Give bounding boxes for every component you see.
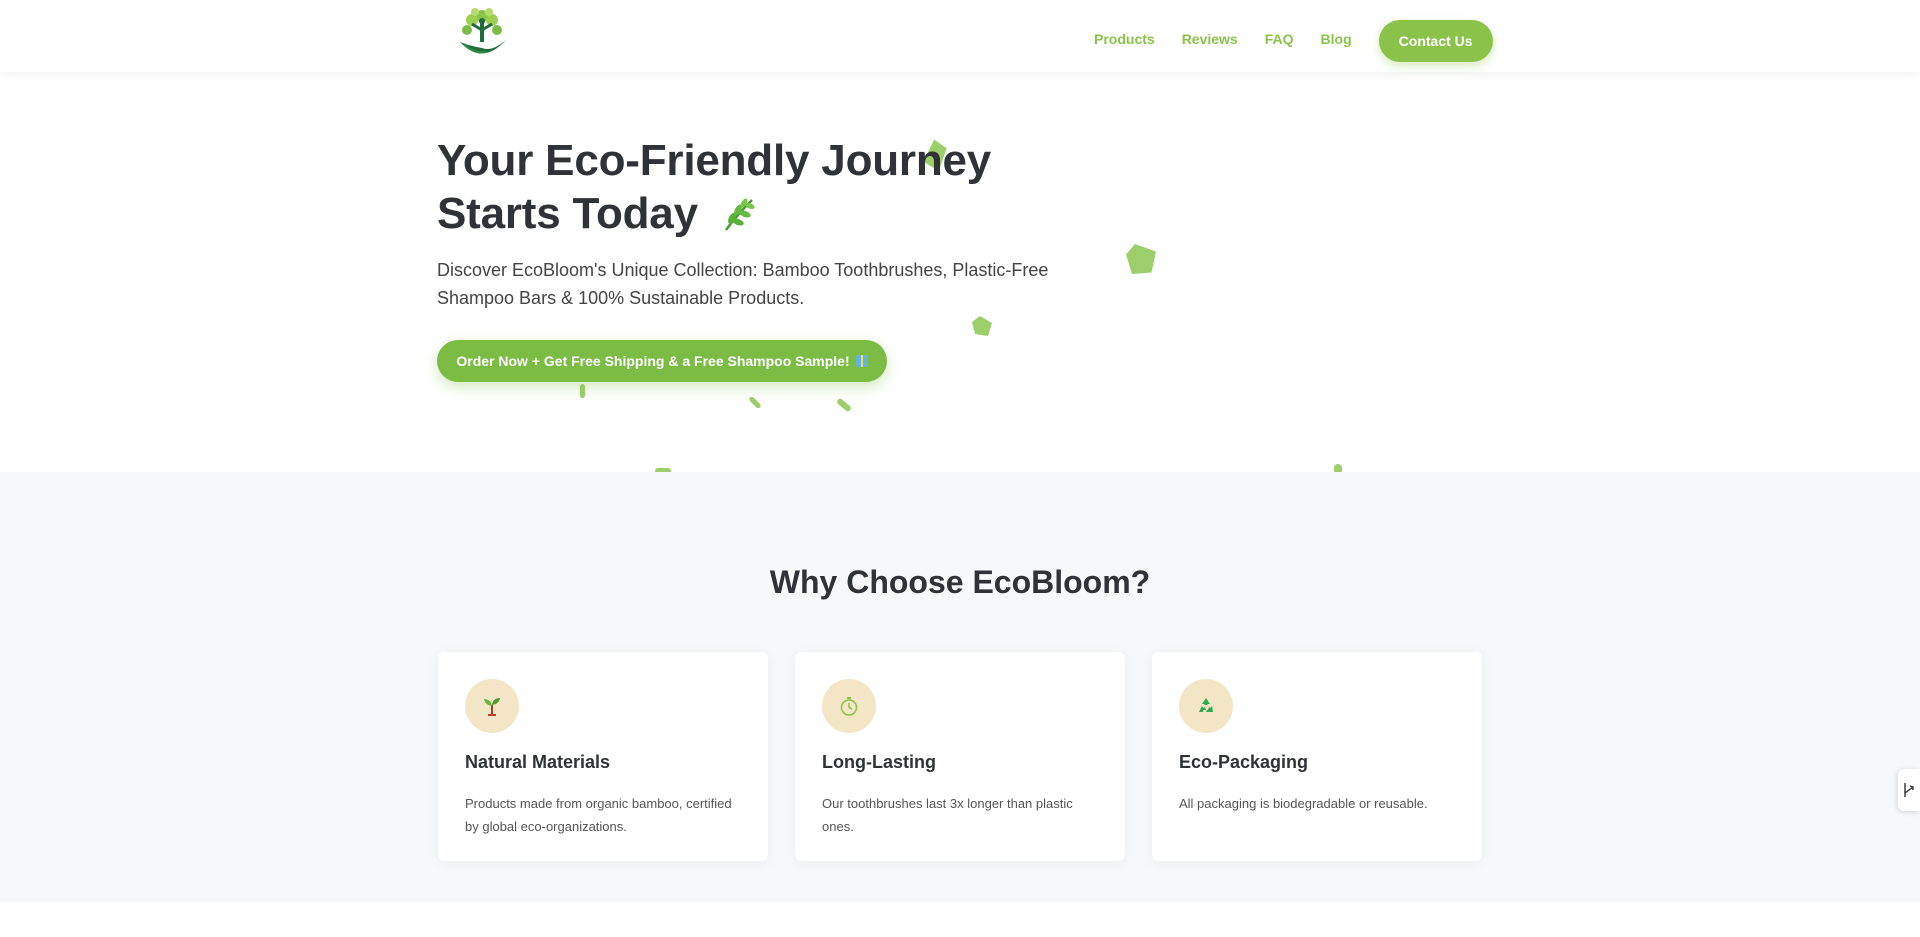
- nav-link-reviews[interactable]: Reviews: [1182, 29, 1238, 49]
- expand-arrow-icon: [1904, 783, 1914, 797]
- herb-sprig-icon: [718, 193, 758, 246]
- stopwatch-icon: [822, 679, 876, 733]
- feature-card-long-lasting: Long-Lasting Our toothbrushes last 3x lo…: [795, 652, 1125, 861]
- hero-title-line1: Your Eco-Friendly Journey: [437, 136, 992, 185]
- card-title: Natural Materials: [465, 752, 611, 772]
- features-section: Why Choose EcoBloom? Natural Materials P…: [0, 472, 1920, 902]
- card-title: Long-Lasting: [822, 752, 936, 772]
- hero-title-line2: Starts Today: [437, 189, 698, 238]
- feature-card-natural-materials: Natural Materials Products made from org…: [438, 652, 768, 861]
- card-text: All packaging is biodegradable or reusab…: [1179, 796, 1428, 811]
- floating-leaf: [972, 316, 992, 336]
- next-section-edge: [0, 902, 1920, 937]
- hero-section: Your Eco-Friendly Journey Starts Today D…: [0, 72, 1920, 472]
- hero-subtitle: Discover EcoBloom's Unique Collection: B…: [437, 260, 1049, 308]
- features-title: Why Choose EcoBloom?: [769, 564, 1151, 600]
- floating-leaf: [1334, 464, 1342, 472]
- card-text: Our toothbrushes last 3x longer than pla…: [822, 796, 1073, 834]
- nav-link-products[interactable]: Products: [1094, 29, 1155, 49]
- contact-us-button[interactable]: Contact Us: [1378, 20, 1493, 62]
- hero-title: Your Eco-Friendly Journey Starts Today: [437, 134, 997, 246]
- floating-leaf: [1126, 244, 1156, 274]
- recycle-icon: [1179, 679, 1233, 733]
- order-now-label: Order Now + Get Free Shipping & a Free S…: [456, 353, 850, 369]
- order-now-button[interactable]: Order Now + Get Free Shipping & a Free S…: [437, 340, 887, 382]
- feature-card-eco-packaging: Eco-Packaging All packaging is biodegrad…: [1152, 652, 1482, 861]
- site-header: Products Reviews FAQ Blog Contact Us: [0, 0, 1920, 72]
- gift-icon: [855, 355, 868, 367]
- tree-logo-icon: [460, 8, 506, 54]
- nav-link-blog[interactable]: Blog: [1321, 29, 1352, 49]
- ecobloom-logo[interactable]: [452, 4, 512, 64]
- card-text: Products made from organic bamboo, certi…: [465, 796, 732, 834]
- floating-leaf: [835, 397, 853, 413]
- floating-leaf: [748, 395, 762, 410]
- floating-leaf: [580, 384, 585, 398]
- side-widget-tab[interactable]: [1898, 769, 1920, 811]
- card-title: Eco-Packaging: [1179, 752, 1309, 772]
- seedling-icon: [465, 679, 519, 733]
- nav-link-faq[interactable]: FAQ: [1265, 29, 1294, 49]
- main-nav: Products Reviews FAQ Blog Contact Us: [1094, 16, 1493, 62]
